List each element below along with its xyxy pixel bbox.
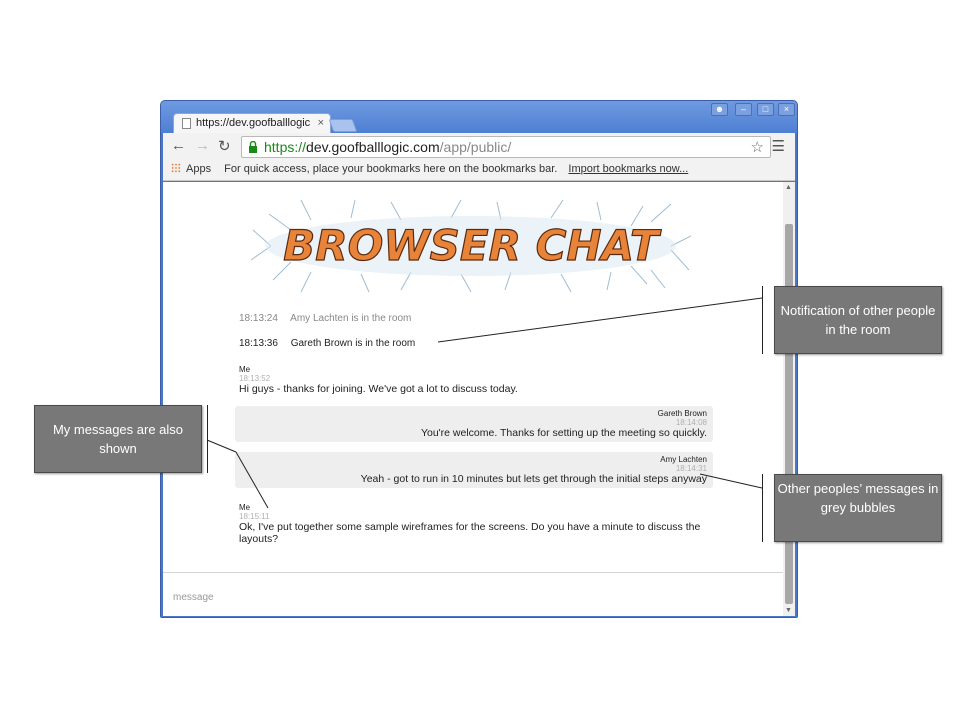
notification-text: Gareth Brown is in the room bbox=[290, 338, 416, 349]
callout-other-messages-text: Other peoples’ messages in grey bubbles bbox=[777, 481, 939, 515]
presence-notification: 18:13:24 Amy Lachten is in the room bbox=[239, 313, 411, 324]
bookmarks-bar: Apps For quick access, place your bookma… bbox=[171, 163, 688, 175]
close-icon[interactable]: × bbox=[778, 103, 795, 116]
tab-title: https://dev.goofballlogic bbox=[196, 117, 311, 129]
my-message: Me 18:13:52 Hi guys - thanks for joining… bbox=[239, 365, 715, 395]
browser-window: https://dev.goofballlogic × ☻ – □ × ← → … bbox=[160, 100, 798, 618]
maximize-icon[interactable]: □ bbox=[757, 103, 774, 116]
message-sender: Amy Lachten bbox=[660, 455, 707, 464]
notification-time: 18:13:24 bbox=[239, 313, 278, 324]
import-bookmarks-link[interactable]: Import bookmarks now... bbox=[568, 163, 688, 175]
scroll-down-icon[interactable]: ▼ bbox=[785, 607, 792, 614]
other-message-bubble: Gareth Brown 18:14:08 You're welcome. Th… bbox=[235, 406, 713, 442]
message-input[interactable] bbox=[173, 587, 753, 607]
url-path: /app/public/ bbox=[439, 139, 512, 155]
callout-bracket bbox=[762, 286, 763, 354]
tab-close-icon[interactable]: × bbox=[318, 117, 324, 129]
logo-text: BROWSER CHAT bbox=[283, 221, 662, 270]
my-message: Me 18:15:11 Ok, I've put together some s… bbox=[239, 503, 715, 545]
notification-text: Amy Lachten is in the room bbox=[290, 313, 412, 324]
message-text: You're welcome. Thanks for setting up th… bbox=[420, 427, 707, 439]
back-icon[interactable]: ← bbox=[171, 137, 186, 154]
new-tab-button[interactable] bbox=[328, 119, 358, 132]
message-sender: Me bbox=[239, 365, 251, 374]
browser-tab[interactable]: https://dev.goofballlogic × bbox=[173, 113, 331, 134]
page-icon bbox=[182, 118, 191, 129]
callout-bracket bbox=[207, 405, 208, 473]
callout-other-messages: Other peoples’ messages in grey bubbles bbox=[774, 474, 942, 542]
callout-bracket bbox=[762, 474, 763, 542]
message-text: Ok, I've put together some sample wirefr… bbox=[239, 521, 701, 545]
lock-icon bbox=[249, 141, 257, 153]
callout-notification: Notification of other people in the room bbox=[774, 286, 942, 354]
message-text: Hi guys - thanks for joining. We've got … bbox=[239, 383, 518, 395]
message-composer bbox=[163, 572, 783, 616]
message-text: Yeah - got to run in 10 minutes but lets… bbox=[360, 473, 707, 485]
forward-icon[interactable]: → bbox=[195, 137, 210, 154]
scrollbar[interactable]: ▲ ▼ bbox=[783, 182, 795, 616]
other-message-bubble: Amy Lachten 18:14:31 Yeah - got to run i… bbox=[235, 452, 713, 488]
browser-chat-logo: BROWSER CHAT bbox=[251, 200, 691, 292]
apps-grid-icon bbox=[171, 163, 181, 173]
message-time: 18:13:52 bbox=[239, 374, 271, 383]
url-host: dev.goofballlogic.com bbox=[306, 139, 440, 155]
bookmarks-hint: For quick access, place your bookmarks h… bbox=[224, 163, 558, 175]
message-sender: Me bbox=[239, 503, 251, 512]
url-scheme: https:// bbox=[264, 139, 307, 155]
callout-notification-text: Notification of other people in the room bbox=[780, 303, 936, 337]
star-icon[interactable]: ☆ bbox=[751, 138, 764, 156]
callout-my-messages-text: My messages are also shown bbox=[52, 422, 184, 456]
address-bar[interactable]: https://dev.goofballlogic.com/app/public… bbox=[241, 136, 771, 158]
minimize-icon[interactable]: – bbox=[735, 103, 752, 116]
scroll-up-icon[interactable]: ▲ bbox=[785, 184, 792, 191]
apps-link[interactable]: Apps bbox=[186, 163, 211, 175]
notification-time: 18:13:36 bbox=[239, 338, 278, 349]
scroll-thumb[interactable] bbox=[785, 224, 793, 604]
message-sender: Gareth Brown bbox=[657, 409, 707, 418]
message-time: 18:15:11 bbox=[239, 512, 270, 521]
menu-icon[interactable]: ☰ bbox=[772, 137, 785, 155]
page-content: BROWSER CHAT 18:13:24 Amy Lachten is in … bbox=[163, 182, 795, 616]
title-bar: https://dev.goofballlogic × ☻ – □ × bbox=[161, 101, 797, 134]
presence-notification: 18:13:36 Gareth Brown is in the room bbox=[239, 338, 415, 349]
reload-icon[interactable]: ↻ bbox=[218, 137, 231, 155]
message-time: 18:14:08 bbox=[675, 418, 707, 427]
user-icon[interactable]: ☻ bbox=[711, 103, 728, 116]
browser-toolbar: ← → ↻ https://dev.goofballlogic.com/app/… bbox=[163, 133, 795, 181]
callout-my-messages: My messages are also shown bbox=[34, 405, 202, 473]
message-time: 18:14:31 bbox=[675, 464, 707, 473]
